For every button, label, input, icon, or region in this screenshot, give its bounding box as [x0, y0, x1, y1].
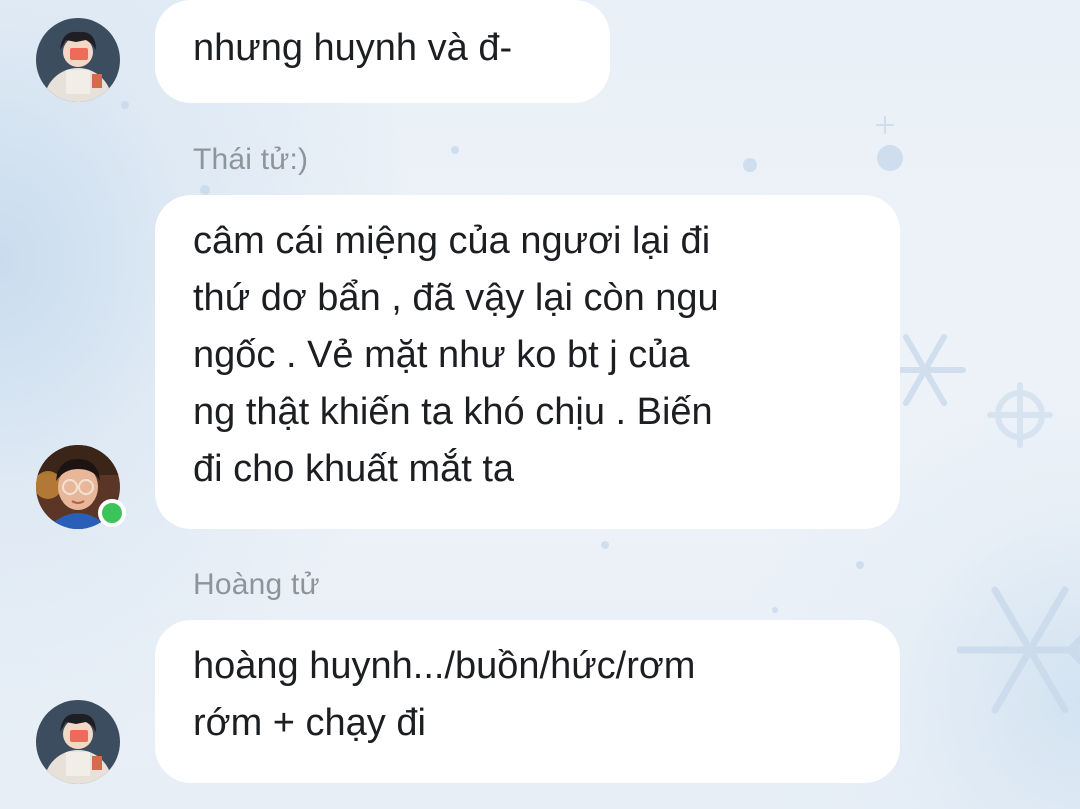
sender-name: Thái tử:) [193, 143, 309, 176]
sender-name: Hoàng tử [193, 568, 320, 601]
message-text: thứ dơ bẩn , đã vậy lại còn ngu [193, 277, 719, 319]
message-text: nhưng huynh và đ- [193, 27, 513, 69]
avatar[interactable] [36, 18, 120, 102]
avatar[interactable] [36, 445, 126, 529]
message-text: câm cái miệng của ngươi lại đi [193, 220, 711, 262]
avatar[interactable] [36, 700, 120, 784]
message-text: rớm + chạy đi [193, 702, 426, 744]
cartoon-avatar-icon [36, 700, 120, 784]
cartoon-avatar-icon [36, 18, 120, 102]
online-status-icon [98, 499, 126, 527]
message-text: ng thật khiến ta khó chịu . Biến [193, 391, 713, 433]
message-text: hoàng huynh.../buồn/hức/rơm [193, 645, 696, 687]
message-text: đi cho khuất mắt ta [193, 448, 515, 490]
message-text: ngốc . Vẻ mặt như ko bt j của [193, 334, 690, 376]
message-bubble[interactable]: hoàng huynh.../buồn/hức/rơm rớm + chạy đ… [155, 620, 900, 783]
message-bubble[interactable]: câm cái miệng của ngươi lại đi thứ dơ bẩ… [155, 195, 900, 529]
message-bubble[interactable]: nhưng huynh và đ- [155, 0, 610, 103]
